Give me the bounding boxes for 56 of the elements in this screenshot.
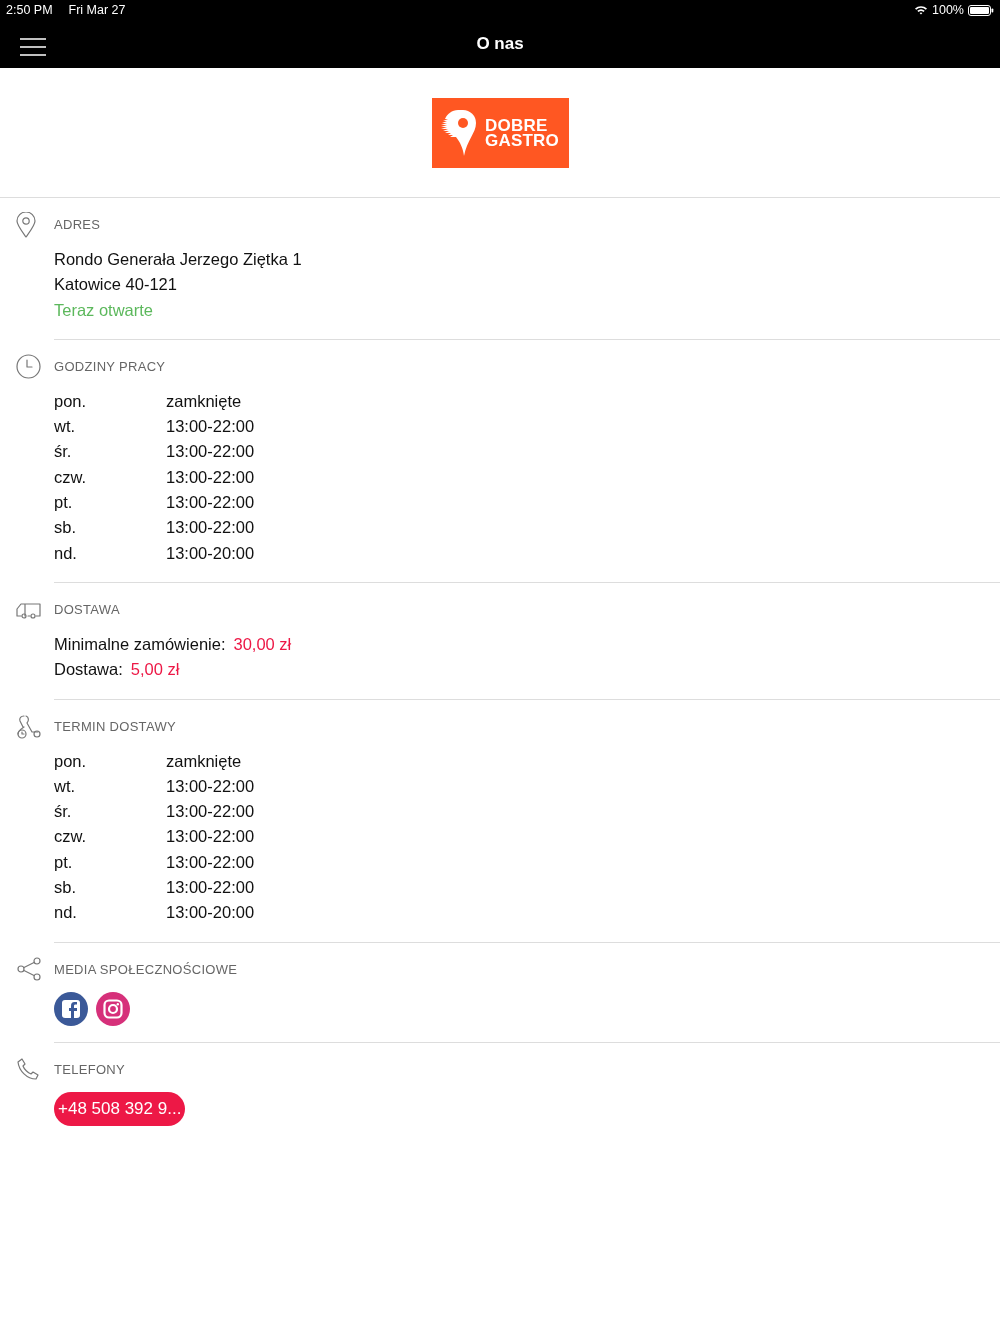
page-title: O nas	[476, 33, 524, 56]
hours-text: 13:00-22:00	[166, 878, 255, 897]
hours-text: 13:00-22:00	[166, 776, 255, 795]
location-pin-icon	[16, 212, 36, 238]
logo-text: DOBRE	[485, 117, 548, 133]
open-status: Teraz otwarte	[54, 299, 155, 321]
section-title: ADRES	[54, 217, 101, 233]
address-line: Rondo Generała Jerzego Ziętka 1	[54, 249, 303, 270]
status-date: Fri Mar 27	[68, 1, 126, 19]
hours-text: zamknięte	[166, 391, 242, 410]
day-label: nd.	[54, 542, 78, 564]
hours-text: 13:00-22:00	[166, 802, 255, 821]
phone-icon	[16, 1056, 41, 1082]
section-title: TERMIN DOSTAWY	[54, 718, 176, 735]
hours-text: 13:00-22:00	[166, 852, 255, 871]
hours-text: 13:00-22:00	[166, 417, 255, 436]
day-label: nd.	[54, 902, 78, 924]
day-label: pt.	[54, 492, 74, 514]
section-title: MEDIA SPOŁECZNOŚCIOWE	[54, 961, 238, 978]
section-title: GODZINY PRACY	[54, 358, 166, 375]
section-title: DOSTAWA	[54, 601, 120, 618]
day-label: śr.	[54, 441, 73, 463]
hours-text: zamknięte	[166, 751, 242, 770]
status-time: 2:50 PM	[6, 1, 53, 19]
hours-text: 13:00-20:00	[166, 903, 255, 922]
day-label: czw.	[54, 826, 88, 848]
day-label: sb.	[54, 877, 77, 899]
address-line: Katowice 40-121	[54, 274, 178, 296]
fee-label: Minimalne zamówienie:	[54, 633, 226, 655]
facebook-icon[interactable]	[54, 991, 88, 1026]
hours-text: 13:00-22:00	[166, 518, 255, 537]
hours-text: 13:00-22:00	[166, 442, 255, 461]
price-text: 30,00 zł	[233, 633, 292, 655]
hours-text: 13:00-22:00	[166, 827, 255, 846]
logo-text: GASTRO	[485, 132, 559, 148]
hours-text: 13:00-22:00	[166, 493, 255, 512]
clock-icon	[16, 354, 41, 380]
day-label: pon.	[54, 390, 88, 412]
day-label: wt.	[54, 775, 77, 797]
section-title: TELEFONY	[54, 1061, 126, 1078]
wifi-icon	[914, 5, 928, 15]
day-label: pon.	[54, 750, 88, 772]
price-text: 5,00 zł	[130, 659, 180, 681]
day-label: pt.	[54, 851, 74, 873]
hours-text: 13:00-22:00	[166, 467, 255, 486]
day-label: sb.	[54, 517, 77, 539]
instagram-icon[interactable]	[96, 991, 130, 1026]
day-label: wt.	[54, 416, 77, 438]
battery-percent: 100%	[932, 1, 964, 19]
phone-button[interactable]: +48 508 392 9...	[54, 1091, 186, 1126]
day-label: czw.	[54, 466, 88, 488]
day-label: śr.	[54, 801, 73, 823]
share-icon	[16, 957, 42, 982]
fee-label: Dostawa:	[54, 659, 123, 681]
battery-icon	[968, 4, 994, 16]
hours-text: 13:00-20:00	[166, 543, 255, 562]
